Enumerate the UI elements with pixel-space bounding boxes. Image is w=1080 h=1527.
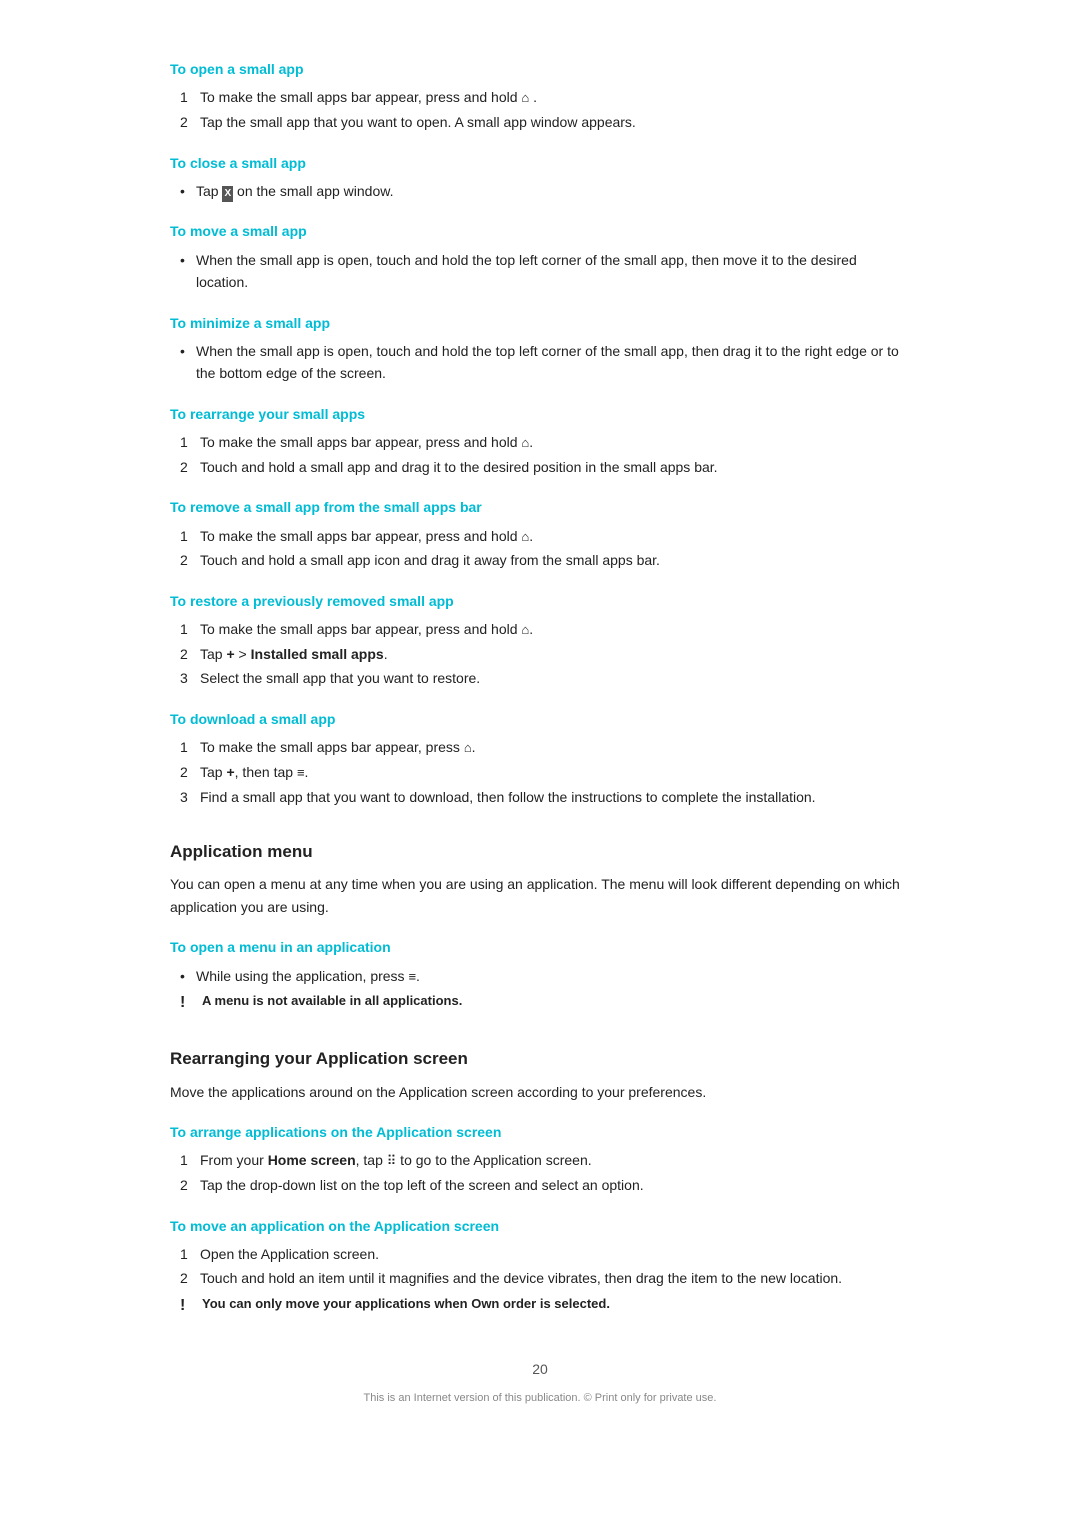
footer-text: This is an Internet version of this publ…: [170, 1390, 910, 1408]
list-arrange-apps: 1From your Home screen, tap ⠿ to go to t…: [170, 1149, 910, 1196]
list-close-small-app: •Tap X on the small app window.: [170, 180, 910, 202]
section-minimize-small-app: To minimize a small app •When the small …: [170, 312, 910, 385]
page-content: To open a small app 1To make the small a…: [150, 0, 930, 1468]
list-item: •When the small app is open, touch and h…: [170, 249, 910, 294]
heading-download-small-app: To download a small app: [170, 708, 910, 730]
list-move-app: 1Open the Application screen. 2Touch and…: [170, 1243, 910, 1290]
list-item: 1From your Home screen, tap ⠿ to go to t…: [170, 1149, 910, 1172]
list-item: 2Touch and hold an item until it magnifi…: [170, 1267, 910, 1289]
page-number: 20: [170, 1358, 910, 1380]
section-rearrange-small-apps: To rearrange your small apps 1To make th…: [170, 403, 910, 479]
list-open-small-app: 1To make the small apps bar appear, pres…: [170, 86, 910, 133]
warning-icon: !: [180, 1294, 196, 1318]
list-rearrange-small-apps: 1To make the small apps bar appear, pres…: [170, 431, 910, 478]
heading-open-small-app: To open a small app: [170, 58, 910, 80]
heading-arrange-apps: To arrange applications on the Applicati…: [170, 1121, 910, 1143]
close-icon: X: [222, 186, 233, 202]
list-item: 3Find a small app that you want to downl…: [170, 786, 910, 808]
section-close-small-app: To close a small app •Tap X on the small…: [170, 152, 910, 203]
heading-close-small-app: To close a small app: [170, 152, 910, 174]
list-item: 2Touch and hold a small app icon and dra…: [170, 549, 910, 571]
heading-open-menu-in-app: To open a menu in an application: [170, 936, 910, 958]
list-item: 1To make the small apps bar appear, pres…: [170, 431, 910, 454]
plus-icon: +: [226, 643, 234, 665]
list-item: •When the small app is open, touch and h…: [170, 340, 910, 385]
list-item: 2Tap the drop-down list on the top left …: [170, 1174, 910, 1196]
list-item: 1Open the Application screen.: [170, 1243, 910, 1265]
warning-application-menu: ! A menu is not available in all applica…: [170, 991, 910, 1015]
section-restore-small-app: To restore a previously removed small ap…: [170, 590, 910, 690]
menu-icon: ≡: [408, 967, 416, 988]
list-item: •Tap X on the small app window.: [170, 180, 910, 202]
list-item: 2Tap + > Installed small apps.: [170, 643, 910, 665]
plus-icon: +: [226, 761, 234, 783]
warning-text: You can only move your applications when…: [202, 1294, 610, 1315]
section-application-menu: Application menu You can open a menu at …: [170, 838, 910, 1015]
warning-icon: !: [180, 991, 196, 1015]
title-application-menu: Application menu: [170, 838, 910, 865]
list-open-menu-in-app: •While using the application, press ≡.: [170, 965, 910, 988]
grid-icon: ⠿: [387, 1151, 397, 1172]
section-rearranging-app-screen: Rearranging your Application screen Move…: [170, 1045, 910, 1317]
desc-application-menu: You can open a menu at any time when you…: [170, 873, 910, 918]
menu-icon: ≡: [297, 763, 305, 784]
list-item: 1To make the small apps bar appear, pres…: [170, 525, 910, 548]
list-item: 1To make the small apps bar appear, pres…: [170, 618, 910, 641]
list-download-small-app: 1To make the small apps bar appear, pres…: [170, 736, 910, 808]
heading-rearrange-small-apps: To rearrange your small apps: [170, 403, 910, 425]
list-item: 2Tap the small app that you want to open…: [170, 111, 910, 133]
home-icon: ⌂: [464, 738, 472, 759]
list-remove-small-app: 1To make the small apps bar appear, pres…: [170, 525, 910, 572]
heading-restore-small-app: To restore a previously removed small ap…: [170, 590, 910, 612]
home-icon: ⌂: [521, 433, 529, 454]
section-open-small-app: To open a small app 1To make the small a…: [170, 58, 910, 134]
list-restore-small-app: 1To make the small apps bar appear, pres…: [170, 618, 910, 690]
heading-minimize-small-app: To minimize a small app: [170, 312, 910, 334]
list-item: 1To make the small apps bar appear, pres…: [170, 736, 910, 759]
heading-remove-small-app: To remove a small app from the small app…: [170, 496, 910, 518]
warning-text: A menu is not available in all applicati…: [202, 991, 462, 1012]
list-item: 3Select the small app that you want to r…: [170, 667, 910, 689]
desc-rearranging: Move the applications around on the Appl…: [170, 1081, 910, 1103]
list-minimize-small-app: •When the small app is open, touch and h…: [170, 340, 910, 385]
home-icon: ⌂: [521, 620, 529, 641]
home-icon: ⌂: [521, 88, 529, 109]
warning-rearranging: ! You can only move your applications wh…: [170, 1294, 910, 1318]
list-item: 2Tap +, then tap ≡.: [170, 761, 910, 784]
list-item: 1To make the small apps bar appear, pres…: [170, 86, 910, 109]
section-remove-small-app: To remove a small app from the small app…: [170, 496, 910, 572]
title-rearranging: Rearranging your Application screen: [170, 1045, 910, 1072]
list-move-small-app: •When the small app is open, touch and h…: [170, 249, 910, 294]
section-download-small-app: To download a small app 1To make the sma…: [170, 708, 910, 808]
section-move-small-app: To move a small app •When the small app …: [170, 220, 910, 293]
home-icon: ⌂: [521, 527, 529, 548]
heading-move-app: To move an application on the Applicatio…: [170, 1215, 910, 1237]
heading-move-small-app: To move a small app: [170, 220, 910, 242]
list-item: 2Touch and hold a small app and drag it …: [170, 456, 910, 478]
own-order-label: Own order: [471, 1296, 536, 1311]
list-item: •While using the application, press ≡.: [170, 965, 910, 988]
